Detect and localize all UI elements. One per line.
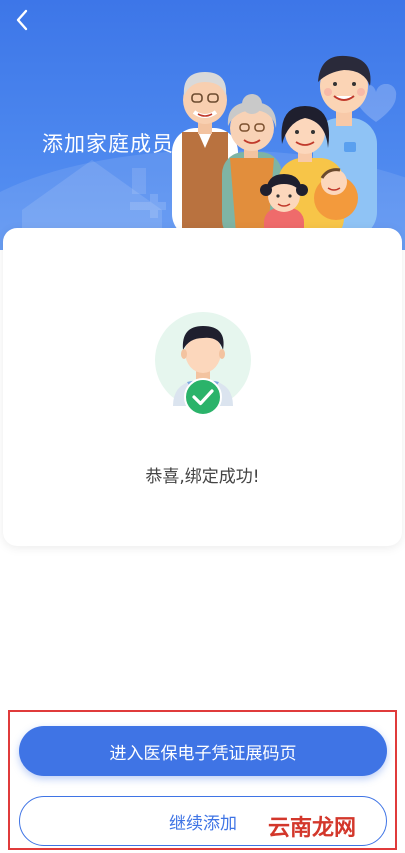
success-card: 恭喜,绑定成功!: [3, 228, 402, 546]
header-banner: 添加家庭成员: [0, 0, 405, 250]
back-button[interactable]: [8, 6, 36, 34]
check-icon: [184, 378, 222, 416]
success-message: 恭喜,绑定成功!: [145, 467, 260, 487]
family-illustration: [168, 48, 388, 248]
watermark-logo: 云南龙网: [268, 815, 357, 841]
chevron-left-icon: [16, 9, 28, 31]
person-avatar-icon: [153, 310, 253, 416]
open-medical-code-button[interactable]: 进入医保电子凭证展码页: [19, 726, 387, 776]
page-title: 添加家庭成员: [42, 132, 174, 156]
